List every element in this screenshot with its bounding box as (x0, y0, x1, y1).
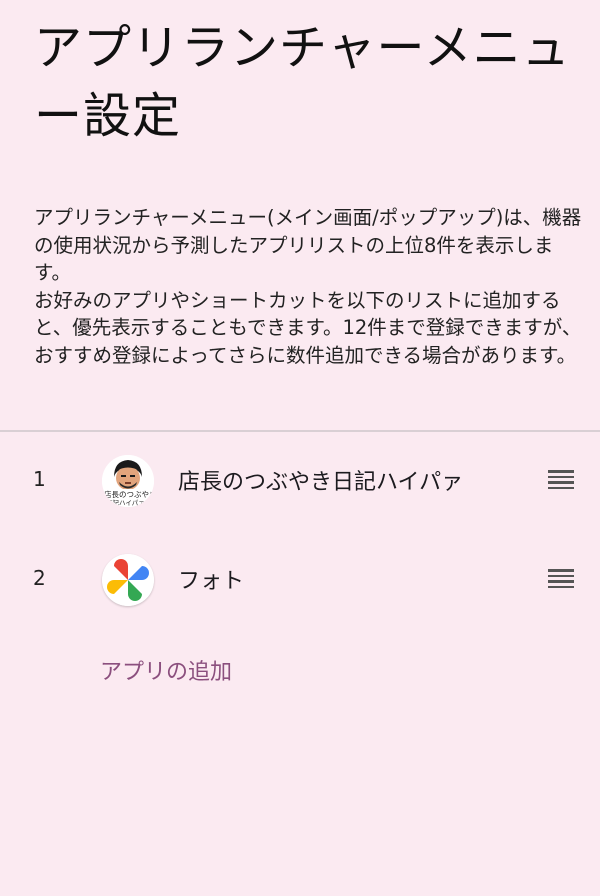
drag-handle-icon[interactable] (548, 569, 574, 589)
icon-text-line1: 店長のつぶやき (104, 489, 154, 499)
icon-text-line2: 日記ハイパァ3 (106, 498, 149, 507)
app-list-item-1[interactable]: 1 店長のつぶやき 日記ハイパァ3 店長のつぶやき日記ハイパァ (0, 441, 600, 521)
add-app-button[interactable]: アプリの追加 (100, 654, 232, 686)
blog-avatar-icon: 店長のつぶやき 日記ハイパァ3 (102, 455, 154, 507)
app-name: フォト (178, 569, 245, 594)
page-description: アプリランチャーメニュー(メイン画面/ポップアップ)は、機器の使用状況から予測し… (34, 206, 582, 367)
row-index: 1 (33, 467, 46, 491)
page-title: アプリランチャーメニュー設定 (34, 20, 571, 144)
row-index: 2 (33, 566, 46, 590)
app-list-item-2[interactable]: 2 フォト (0, 540, 600, 620)
drag-handle-icon[interactable] (548, 470, 574, 490)
google-photos-icon (102, 554, 154, 606)
app-name: 店長のつぶやき日記ハイパァ (178, 470, 464, 495)
section-divider (0, 430, 600, 432)
